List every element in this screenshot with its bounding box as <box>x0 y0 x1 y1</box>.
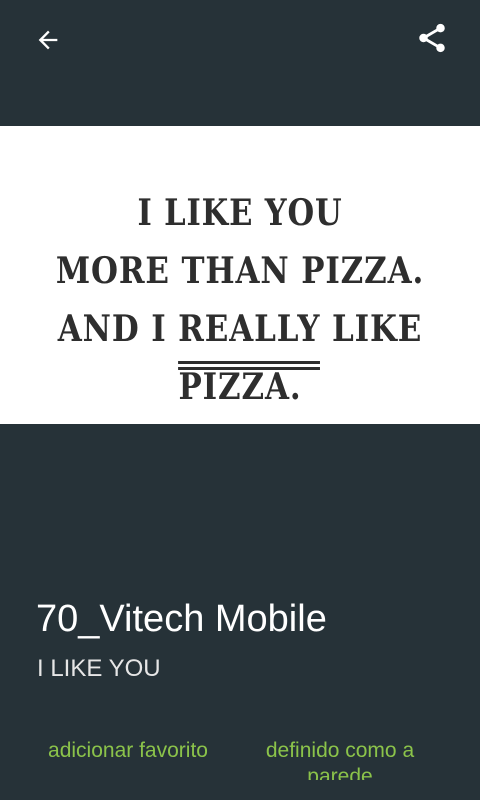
quote-line-3-after: LIKE <box>320 308 423 350</box>
arrow-left-icon <box>38 30 58 50</box>
quote-line-1: I LIKE YOU <box>137 192 343 234</box>
wallpaper-title: 70_Vitech Mobile <box>36 598 327 640</box>
share-icon <box>419 23 445 53</box>
share-button[interactable] <box>408 14 456 62</box>
set-wallpaper-button[interactable]: definido como a parede <box>262 738 418 780</box>
quote-line-3: AND I REALLY LIKE <box>34 300 447 364</box>
quote-line-2: MORE THAN PIZZA. <box>55 250 425 292</box>
add-favorite-button[interactable]: adicionar favorito <box>38 738 218 764</box>
back-button[interactable] <box>24 16 72 64</box>
wallpaper-subtitle: I LIKE YOU <box>37 655 161 682</box>
quote-line-3-before: AND I <box>57 308 179 350</box>
action-bar: adicionar favorito definido como a pared… <box>0 738 480 780</box>
quote-line-4: PIZZA. <box>178 366 302 408</box>
wallpaper-detail-screen: I LIKE YOU MORE THAN PIZZA. AND I REALLY… <box>0 0 480 800</box>
quote-text: I LIKE YOU MORE THAN PIZZA. AND I REALLY… <box>0 184 480 416</box>
wallpaper-image: I LIKE YOU MORE THAN PIZZA. AND I REALLY… <box>0 126 480 424</box>
quote-underlined-word: REALLY <box>178 300 321 364</box>
top-toolbar <box>0 0 480 80</box>
